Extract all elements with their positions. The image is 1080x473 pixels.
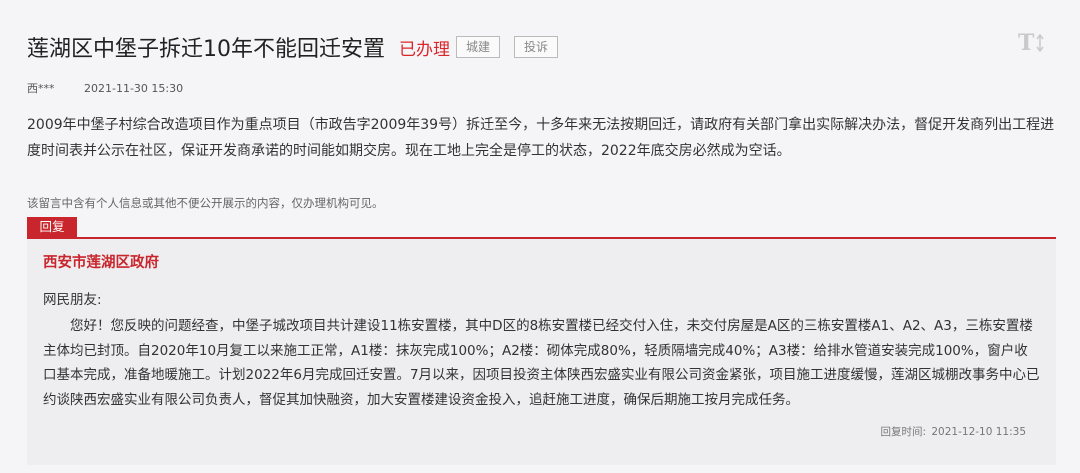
reply-organization: 西安市莲湖区政府 xyxy=(43,255,159,271)
reply-time-value: 2021-12-10 11:35 xyxy=(931,426,1026,438)
post-meta: 西*** 2021-11-30 15:30 xyxy=(27,80,183,96)
text-size-icon: T xyxy=(1018,30,1044,56)
reply-tab: 回复 xyxy=(27,217,77,237)
post-date: 2021-11-30 15:30 xyxy=(84,82,184,95)
svg-text:T: T xyxy=(1018,30,1035,56)
reply-content: 您好！您反映的问题经查，中堡子城改项目共计建设11栋安置楼，其中D区的8栋安置楼… xyxy=(43,318,1040,408)
page-title: 莲湖区中堡子拆迁10年不能回迁安置 xyxy=(27,37,385,62)
status-badge: 已办理 xyxy=(399,39,450,60)
title-row: 莲湖区中堡子拆迁10年不能回迁安置 已办理 城建 投诉 xyxy=(27,30,559,64)
reply-time-label: 回复时间: xyxy=(880,426,927,438)
reply-greeting: 网民朋友: xyxy=(43,292,102,308)
message-detail-page: 莲湖区中堡子拆迁10年不能回迁安置 已办理 城建 投诉 T 西*** 2021-… xyxy=(0,0,1080,473)
reply-time: 回复时间: 2021-12-10 11:35 xyxy=(880,424,1026,439)
message-content: 2009年中堡子村综合改造项目作为重点项目（市政告字2009年39号）拆迁至今，… xyxy=(27,117,1055,159)
privacy-notice: 该留言中含有个人信息或其他不便公开展示的内容，仅办理机构可见。 xyxy=(27,196,384,210)
tag-type[interactable]: 投诉 xyxy=(514,36,559,58)
tag-category[interactable]: 城建 xyxy=(456,36,501,58)
reply-panel: 西安市莲湖区政府 网民朋友: 您好！您反映的问题经查，中堡子城改项目共计建设11… xyxy=(27,237,1056,465)
text-size-button[interactable]: T xyxy=(1018,30,1048,56)
author-name: 西*** xyxy=(27,82,55,95)
